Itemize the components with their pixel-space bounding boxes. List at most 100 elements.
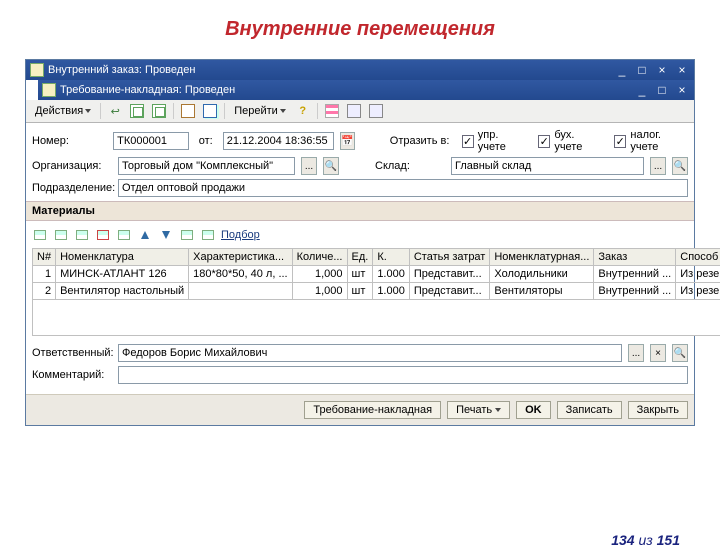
- sort-desc-icon[interactable]: [200, 227, 216, 243]
- check-tax[interactable]: ✓ налог. учете: [614, 129, 688, 153]
- cell-unit: шт: [347, 266, 373, 283]
- select-button[interactable]: ...: [628, 344, 644, 362]
- col-charact[interactable]: Характеристика...: [189, 249, 293, 266]
- print-button[interactable]: Печать: [447, 401, 510, 419]
- chevron-down-icon: [495, 408, 501, 412]
- refresh-icon[interactable]: [151, 103, 167, 119]
- comment-field[interactable]: [118, 366, 688, 384]
- responsible-label: Ответственный:: [32, 347, 112, 359]
- copy-row-icon[interactable]: [116, 227, 132, 243]
- move-down-icon[interactable]: [158, 227, 174, 243]
- outer-window: Внутренний заказ: Проведен _ □ × × Требо…: [25, 59, 695, 426]
- insert-row-icon[interactable]: [53, 227, 69, 243]
- check-icon: ✓: [538, 135, 550, 148]
- check-acct-label: бух. учете: [554, 129, 602, 153]
- date-label: от:: [199, 135, 213, 147]
- post-icon[interactable]: [180, 103, 196, 119]
- check-mgmt-label: упр. учете: [478, 129, 526, 153]
- struct-icon[interactable]: [324, 103, 340, 119]
- close-button[interactable]: ×: [674, 83, 690, 97]
- close-alt-button[interactable]: ×: [674, 63, 690, 77]
- col-nomgroup[interactable]: Номенклатурная...: [490, 249, 594, 266]
- separator: [224, 103, 225, 119]
- maximize-button[interactable]: □: [654, 83, 670, 97]
- clear-button[interactable]: ×: [650, 344, 666, 362]
- select-button[interactable]: ...: [301, 157, 317, 175]
- form-content: Номер: ТК000001 от: 21.12.2004 18:36:55 …: [26, 123, 694, 394]
- check-mgmt[interactable]: ✓ упр. учете: [462, 129, 527, 153]
- help-icon[interactable]: ?: [295, 103, 311, 119]
- col-write[interactable]: Способ спис...: [676, 249, 720, 266]
- table-header-row: N# Номенклатура Характеристика... Количе…: [33, 249, 720, 266]
- check-icon: ✓: [462, 135, 474, 148]
- ok-button[interactable]: OK: [516, 401, 551, 419]
- lookup-icon[interactable]: 🔍: [672, 157, 688, 175]
- col-k[interactable]: К.: [373, 249, 410, 266]
- close-button[interactable]: ×: [654, 63, 670, 77]
- minimize-button[interactable]: _: [634, 83, 650, 97]
- inner-window-title: Требование-накладная: Проведен: [60, 84, 634, 96]
- actions-menu[interactable]: Действия: [32, 104, 94, 118]
- doc-name-button[interactable]: Требование-накладная: [304, 401, 441, 419]
- sort-asc-icon[interactable]: [179, 227, 195, 243]
- cell-nomgroup: Холодильники: [490, 266, 594, 283]
- goto-menu[interactable]: Перейти: [231, 104, 289, 118]
- select-button[interactable]: ...: [650, 157, 666, 175]
- save-button[interactable]: Записать: [557, 401, 622, 419]
- form-icon[interactable]: [346, 103, 362, 119]
- separator: [100, 103, 101, 119]
- cell-cost: Представит...: [409, 266, 490, 283]
- col-item[interactable]: Номенклатура: [56, 249, 189, 266]
- minimize-button[interactable]: _: [614, 63, 630, 77]
- responsible-field[interactable]: Федоров Борис Михайлович: [118, 344, 622, 362]
- sheet-new-icon[interactable]: [129, 103, 145, 119]
- cell-order: Внутренний ...: [594, 283, 676, 300]
- warehouse-field[interactable]: Главный склад: [451, 157, 644, 175]
- inner-titlebar: Требование-накладная: Проведен _ □ ×: [38, 80, 694, 100]
- close-button[interactable]: Закрыть: [628, 401, 688, 419]
- col-order[interactable]: Заказ: [594, 249, 676, 266]
- col-n[interactable]: N#: [33, 249, 56, 266]
- date-field[interactable]: 21.12.2004 18:36:55: [223, 132, 334, 150]
- copy-sheet-icon[interactable]: [202, 103, 218, 119]
- lookup-icon[interactable]: 🔍: [323, 157, 339, 175]
- org-field[interactable]: Торговый дом "Комплексный": [118, 157, 295, 175]
- cell-order: Внутренний ...: [594, 266, 676, 283]
- page-title: Внутренние перемещения: [0, 18, 720, 41]
- calendar-button[interactable]: 📅: [340, 132, 355, 150]
- goto-label: Перейти: [234, 105, 278, 117]
- doc-icon: [42, 83, 56, 97]
- delete-row-icon[interactable]: [95, 227, 111, 243]
- move-up-icon[interactable]: [137, 227, 153, 243]
- cell-charact: 180*80*50, 40 л, ...: [189, 266, 293, 283]
- check-tax-label: налог. учете: [630, 129, 688, 153]
- number-label: Номер:: [32, 135, 107, 147]
- check-acct[interactable]: ✓ бух. учете: [538, 129, 602, 153]
- col-qty[interactable]: Количе...: [292, 249, 347, 266]
- back-icon[interactable]: ↩: [107, 103, 123, 119]
- page-total: 151: [657, 532, 680, 548]
- separator: [317, 103, 318, 119]
- add-row-icon[interactable]: [32, 227, 48, 243]
- table-row[interactable]: 2 Вентилятор настольный 1,000 шт 1.000 П…: [33, 283, 720, 300]
- print-label: Печать: [456, 404, 492, 416]
- col-cost[interactable]: Статья затрат: [409, 249, 490, 266]
- cell-n: 2: [33, 283, 56, 300]
- doc-icon: [30, 63, 44, 77]
- check-icon: ✓: [614, 135, 626, 148]
- comment-label: Комментарий:: [32, 369, 112, 381]
- podbor-link[interactable]: Подбор: [221, 229, 260, 241]
- cell-nomgroup: Вентиляторы: [490, 283, 594, 300]
- lookup-icon[interactable]: 🔍: [672, 344, 688, 362]
- table-row[interactable]: 1 МИНСК-АТЛАНТ 126 180*80*50, 40 л, ... …: [33, 266, 720, 283]
- division-field[interactable]: Отдел оптовой продажи: [118, 179, 688, 197]
- materials-table: N# Номенклатура Характеристика... Количе…: [32, 248, 720, 336]
- toggle-icon[interactable]: [368, 103, 384, 119]
- main-toolbar: Действия ↩ Перейти ?: [26, 100, 694, 123]
- materials-section: Материалы: [26, 201, 694, 221]
- col-unit[interactable]: Ед.: [347, 249, 373, 266]
- dup-row-icon[interactable]: [74, 227, 90, 243]
- maximize-button[interactable]: □: [634, 63, 650, 77]
- number-field[interactable]: ТК000001: [113, 132, 189, 150]
- table-empty-area: [33, 300, 720, 336]
